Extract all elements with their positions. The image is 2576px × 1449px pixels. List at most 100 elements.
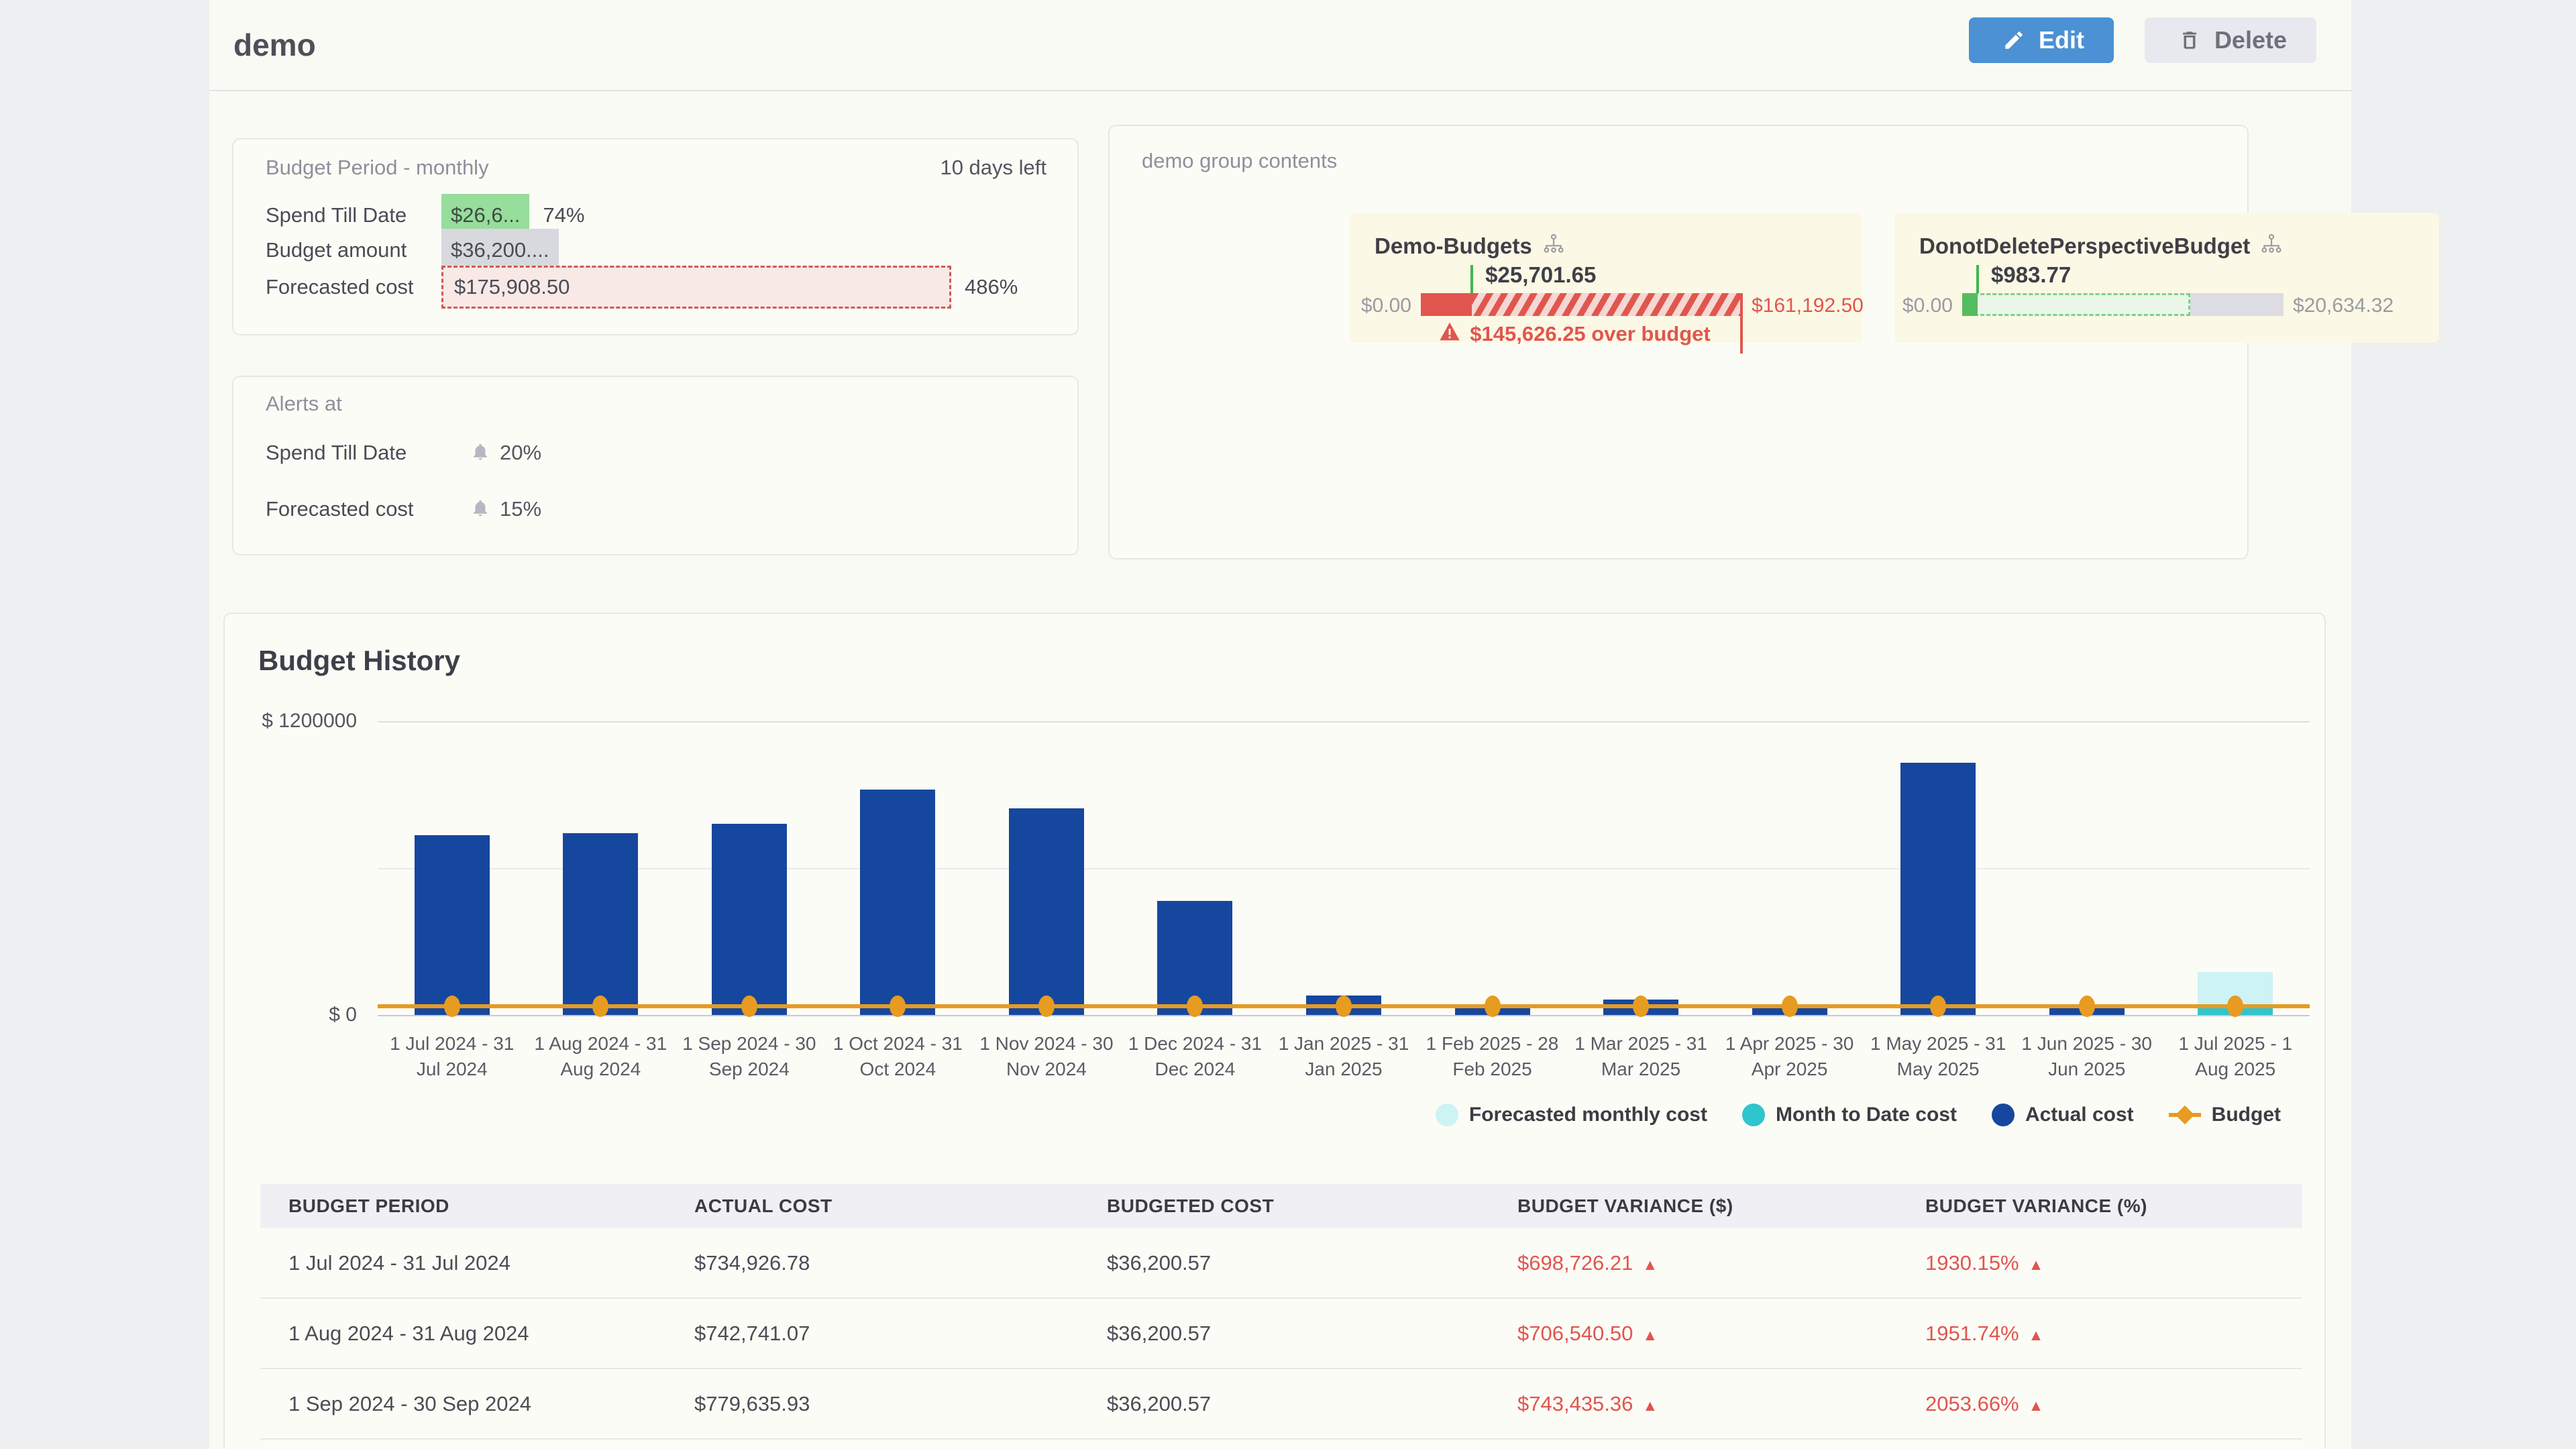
table-header-row: Budget PeriodActual CostBudgeted Cost Bud… — [260, 1184, 2302, 1228]
cell-budgeted-cost: $36,200.57 — [1107, 1392, 1517, 1416]
actual-cost-bar[interactable] — [1900, 763, 1976, 1015]
budget-card[interactable]: DonotDeletePerspectiveBudget$983.77$0.00… — [1894, 213, 2439, 343]
page-root: demo Edit Delete Budget Period - month — [0, 0, 2576, 1449]
forecasted-cost-label: Forecasted cost — [266, 275, 441, 299]
table-header-cell: Budget Period — [260, 1195, 694, 1217]
legend-item-month-to-date-cost[interactable]: Month to Date cost — [1742, 1104, 1957, 1126]
budget-marker — [444, 996, 460, 1017]
forecast-segment — [1962, 293, 2190, 316]
hierarchy-icon[interactable] — [2261, 233, 2282, 260]
chart-legend: Forecasted monthly cost Month to Date cos… — [1436, 1100, 2281, 1130]
variance-pct-value: 2053.66% — [1925, 1392, 2019, 1415]
spend-till-date-label: Spend Till Date — [266, 203, 441, 227]
actual-cost-bar[interactable] — [415, 835, 490, 1015]
spend-till-date-pct: 74% — [543, 203, 584, 227]
alert-forecast-value: 15% — [500, 497, 541, 521]
budget-history-table: Budget PeriodActual CostBudgeted Cost Bud… — [260, 1184, 2302, 1440]
days-left-label: 10 days left — [940, 156, 1046, 180]
cell-budget-variance-pct: 1930.15%▲ — [1925, 1251, 2302, 1275]
edit-button[interactable]: Edit — [1969, 17, 2114, 63]
over-budget-text: $145,626.25 over budget — [1470, 322, 1710, 346]
table-body: 1 Jul 2024 - 31 Jul 2024$734,926.78$36,2… — [260, 1228, 2302, 1440]
y-axis-label-top: $ 1200000 — [223, 710, 357, 733]
bell-icon — [470, 441, 490, 465]
cell-budget-variance-pct: 2053.66% ▲ — [1925, 1392, 2302, 1416]
edit-button-label: Edit — [2039, 26, 2084, 54]
cell-budget-period: 1 Jul 2024 - 31 Jul 2024 — [260, 1251, 694, 1275]
legend-item-actual-cost[interactable]: Actual cost — [1992, 1104, 2134, 1126]
x-axis-label: 1 Oct 2024 - 31 Oct 2024 — [827, 1031, 968, 1082]
table-header-cell: Budget Variance (%) — [1925, 1195, 2302, 1217]
budget-name-label: Demo-Budgets — [1375, 233, 1532, 259]
cell-budgeted-cost: $36,200.57 — [1107, 1322, 1517, 1346]
legend-swatch — [1436, 1104, 1458, 1126]
forecasted-cost-row: Forecasted cost $175,908.50 486% — [266, 266, 1018, 309]
legend-budget-diamond — [2176, 1106, 2194, 1124]
legend-swatch — [1992, 1104, 2015, 1126]
actual-cost-bar[interactable] — [1009, 808, 1084, 1015]
legend-item-budget[interactable]: Budget — [2169, 1104, 2281, 1126]
budget-amount-label: Budget amount — [266, 238, 441, 262]
actual-cost-bar[interactable] — [563, 833, 638, 1015]
page-title: demo — [233, 27, 316, 63]
header-actions: Edit Delete — [1969, 17, 2316, 63]
budget-progress-bar[interactable] — [1421, 293, 1742, 316]
cell-budget-period: 1 Sep 2024 - 30 Sep 2024 — [260, 1392, 694, 1416]
x-axis-label: 1 Sep 2024 - 30 Sep 2024 — [679, 1031, 820, 1082]
cell-budgeted-cost: $36,200.57 — [1107, 1251, 1517, 1275]
alert-forecast-label: Forecasted cost — [266, 497, 470, 521]
forecasted-cost-pct: 486% — [965, 275, 1018, 299]
variance-pct-value: 1951.74% — [1925, 1322, 2019, 1345]
budget-card[interactable]: Demo-Budgets$25,701.65$0.00$161,192.50$1… — [1350, 213, 1862, 343]
hierarchy-icon[interactable] — [1543, 233, 1564, 260]
cell-actual-cost: $742,741.07 — [694, 1322, 1107, 1346]
group-contents-title: demo group contents — [1142, 149, 1337, 173]
budget-history-title: Budget History — [258, 645, 460, 677]
budget-period-title: Budget Period - monthly — [266, 156, 489, 180]
budget-marker — [1336, 996, 1352, 1017]
x-axis-label: 1 Apr 2025 - 30 Apr 2025 — [1719, 1031, 1860, 1082]
budget-marker — [2079, 996, 2095, 1017]
bar-max-label: $20,634.32 — [2293, 294, 2394, 317]
variance-up-icon: ▲ — [1642, 1326, 1658, 1344]
actual-cost-bar[interactable] — [860, 790, 935, 1015]
x-axis-label: 1 Mar 2025 - 31 Mar 2025 — [1570, 1031, 1711, 1082]
trash-icon — [2178, 29, 2201, 52]
variance-usd-value: $706,540.50 — [1517, 1322, 1633, 1345]
budget-period-card: Budget Period - monthly 10 days left Spe… — [232, 138, 1079, 335]
cell-budget-variance-usd: $706,540.50 ▲ — [1517, 1322, 1925, 1346]
legend-label: Actual cost — [2025, 1104, 2134, 1126]
x-axis-label: 1 May 2025 - 31 May 2025 — [1868, 1031, 2008, 1082]
budget-current-value: $25,701.65 — [1485, 262, 1596, 288]
variance-pct-value: 1930.15% — [1925, 1251, 2019, 1275]
over-budget-label: $145,626.25 over budget — [1421, 321, 1729, 347]
warning-icon — [1439, 321, 1460, 347]
legend-item-forecasted-monthly-cost[interactable]: Forecasted monthly cost — [1436, 1104, 1707, 1126]
alerts-title: Alerts at — [266, 392, 342, 416]
delete-button-label: Delete — [2214, 26, 2287, 54]
forecast-over-segment — [1472, 293, 1742, 316]
alert-spend-label: Spend Till Date — [266, 441, 470, 465]
remaining-segment — [2190, 293, 2284, 316]
legend-budget-marker — [2169, 1104, 2201, 1126]
budget-name: DonotDeletePerspectiveBudget — [1919, 233, 2282, 260]
bell-icon — [470, 498, 490, 521]
variance-up-icon: ▲ — [2029, 1397, 2044, 1414]
table-row: 1 Sep 2024 - 30 Sep 2024$779,635.93$36,2… — [260, 1369, 2302, 1440]
budget-marker — [1633, 996, 1649, 1017]
budget-current-value: $983.77 — [1991, 262, 2071, 288]
cell-actual-cost: $734,926.78 — [694, 1251, 1107, 1275]
actual-cost-bar[interactable] — [712, 824, 787, 1015]
x-axis-label: 1 Jun 2025 - 30 Jun 2025 — [2017, 1031, 2157, 1082]
budget-name: Demo-Budgets — [1375, 233, 1564, 260]
alert-row-forecast: Forecasted cost 15% — [266, 497, 541, 521]
budget-marker — [1038, 996, 1055, 1017]
table-header-cell: Budgeted Cost — [1107, 1195, 1517, 1217]
delete-button[interactable]: Delete — [2145, 17, 2316, 63]
table-header-cell: Actual Cost — [694, 1195, 1107, 1217]
y-axis-label-zero: $ 0 — [223, 1004, 357, 1026]
variance-up-icon: ▲ — [1642, 1256, 1658, 1273]
budget-progress-bar[interactable] — [1962, 293, 2284, 316]
cell-budget-variance-usd: $743,435.36▲ — [1517, 1392, 1925, 1416]
x-axis-label: 1 Jul 2024 - 31 Jul 2024 — [382, 1031, 523, 1082]
